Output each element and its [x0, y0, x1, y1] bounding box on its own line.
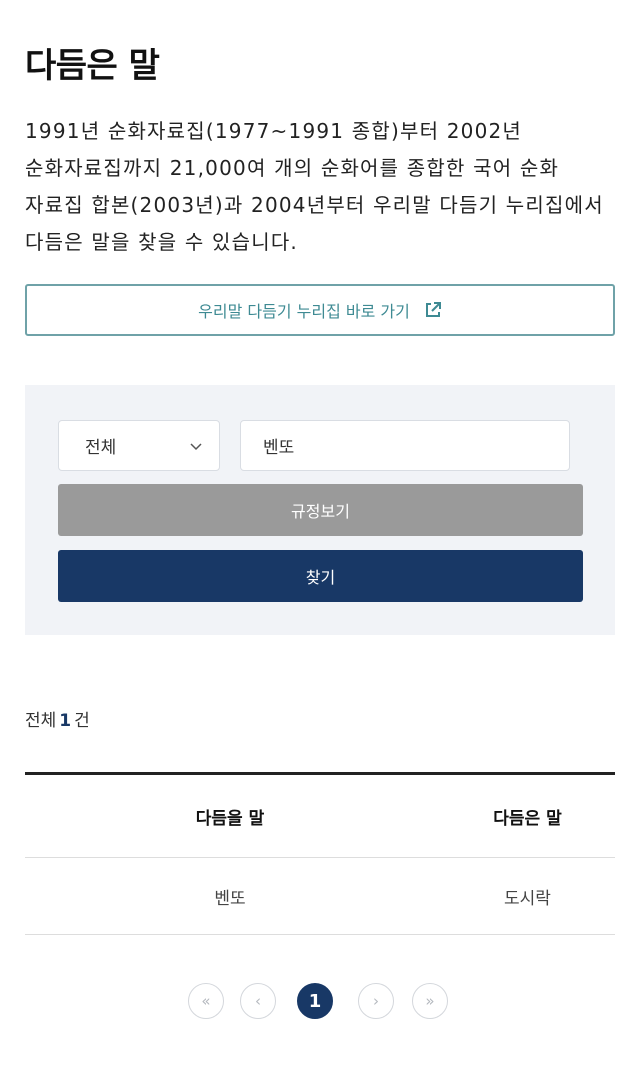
result-count-suffix: 건 — [74, 711, 90, 731]
category-select-value: 전체 — [85, 438, 117, 458]
page-1-button[interactable]: 1 — [297, 983, 333, 1019]
find-button[interactable]: 찾기 — [58, 550, 583, 602]
page-title: 다듬은 말 — [25, 46, 160, 86]
view-rules-button[interactable]: 규정보기 — [58, 484, 583, 536]
next-page-button[interactable]: › — [358, 983, 394, 1019]
result-count-prefix: 전체 — [25, 711, 57, 731]
prev-page-button[interactable]: ‹ — [240, 983, 276, 1019]
chevron-down-icon — [189, 439, 203, 453]
header-original-word: 다듬을 말 — [195, 808, 265, 829]
search-input[interactable] — [240, 420, 570, 471]
cell-original-word: 벤또 — [214, 888, 246, 909]
external-link-icon — [424, 301, 442, 319]
result-count: 전체 1 건 — [25, 706, 90, 731]
cell-refined-word: 도시락 — [504, 888, 551, 909]
page-description: 1991년 순화자료집(1977~1991 종합)부터 2002년 순화자료집까… — [25, 119, 604, 254]
external-site-link-button[interactable]: 우리말 다듬기 누리집 바로 가기 — [25, 284, 615, 336]
table-row[interactable]: 벤또 도시락 — [25, 858, 615, 935]
external-site-link-label: 우리말 다듬기 누리집 바로 가기 — [198, 302, 410, 321]
header-refined-word: 다듬은 말 — [493, 808, 562, 829]
pagination: « ‹ 1 › » — [0, 983, 640, 1019]
search-panel: 전체 규정보기 찾기 — [25, 385, 615, 635]
results-table: 다듬을 말 다듬은 말 벤또 도시락 — [25, 772, 615, 935]
first-page-button[interactable]: « — [188, 983, 224, 1019]
result-count-number: 1 — [59, 711, 72, 731]
last-page-button[interactable]: » — [412, 983, 448, 1019]
category-select[interactable]: 전체 — [58, 420, 220, 471]
table-header: 다듬을 말 다듬은 말 — [25, 775, 615, 858]
